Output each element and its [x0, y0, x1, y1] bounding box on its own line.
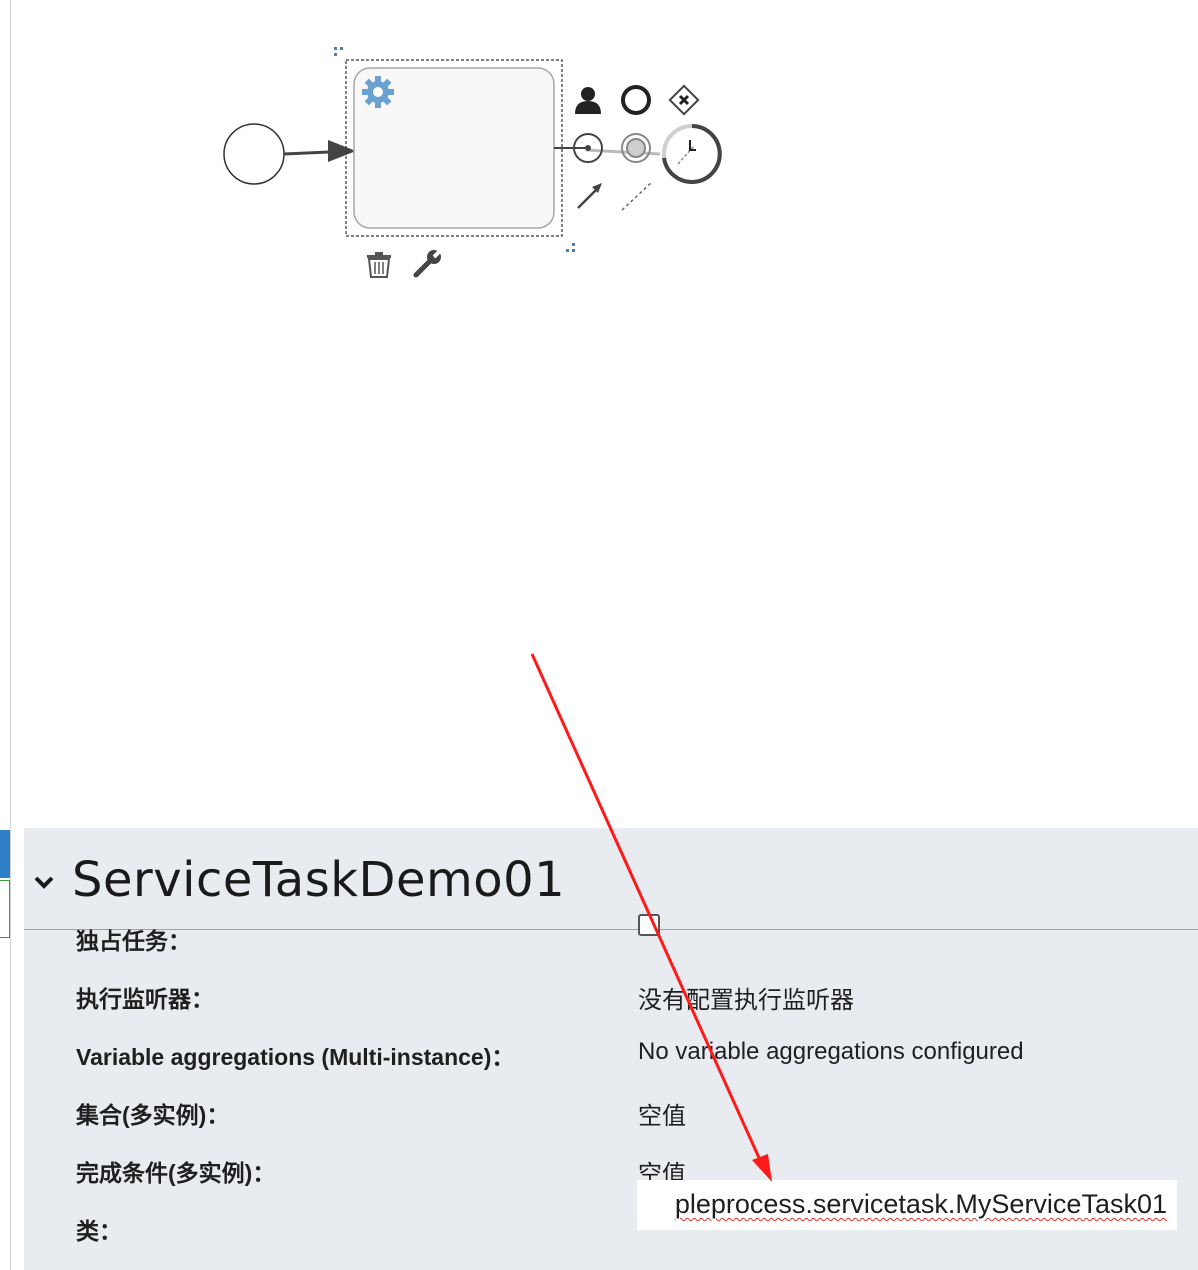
end-event-icon[interactable] [621, 85, 651, 115]
side-tab-active[interactable] [0, 830, 10, 878]
boundary-event-icon[interactable] [621, 133, 651, 163]
exclusive-gateway-icon[interactable] [668, 84, 700, 116]
properties-title: ServiceTaskDemo01 [72, 852, 566, 908]
gear-icon [362, 76, 394, 108]
dashed-association-icon[interactable] [621, 181, 653, 211]
properties-header[interactable]: ServiceTaskDemo01 [24, 828, 1198, 930]
property-label: Variable aggregations (Multi-instance)： [76, 1044, 515, 1070]
property-value[interactable]: No variable aggregations configured [638, 1038, 1024, 1066]
wrench-icon[interactable] [413, 248, 443, 278]
properties-panel: ServiceTaskDemo01 独占任务： 执行监听器： 没有配置执行监听器… [24, 828, 1198, 1270]
class-input-value: pleprocess.servicetask.MyServiceTask01 [674, 1189, 1167, 1219]
property-row-execution-listeners[interactable]: 执行监听器： 没有配置执行监听器 [24, 980, 1198, 1020]
property-label: 完成条件(多实例)： [76, 1160, 276, 1186]
property-row-collection[interactable]: 集合(多实例)： 空值 [24, 1096, 1198, 1136]
user-task-icon[interactable] [575, 87, 601, 114]
start-event[interactable] [223, 123, 285, 185]
association-icon[interactable] [677, 140, 696, 165]
sequence-flow-icon[interactable] [577, 183, 602, 209]
sequence-flow[interactable] [283, 140, 356, 162]
side-tab-green[interactable] [0, 880, 10, 938]
property-label: 执行监听器： [76, 986, 214, 1012]
property-row-variable-aggregations[interactable]: Variable aggregations (Multi-instance)： … [24, 1038, 1198, 1078]
diagram-canvas[interactable] [0, 0, 1198, 828]
property-value[interactable]: 空值 [638, 1096, 686, 1131]
class-input[interactable]: pleprocess.servicetask.MyServiceTask01 [637, 1180, 1177, 1230]
exclusive-checkbox[interactable] [638, 914, 660, 936]
property-row-exclusive: 独占任务： [24, 914, 1198, 962]
chevron-down-icon[interactable] [32, 874, 56, 894]
trash-icon[interactable] [367, 252, 391, 278]
intermediate-event-icon[interactable] [573, 133, 603, 163]
property-value[interactable]: 没有配置执行监听器 [638, 980, 854, 1015]
property-label: 类： [76, 1218, 122, 1244]
property-label: 集合(多实例)： [76, 1102, 230, 1128]
property-label: 独占任务： [76, 928, 191, 954]
